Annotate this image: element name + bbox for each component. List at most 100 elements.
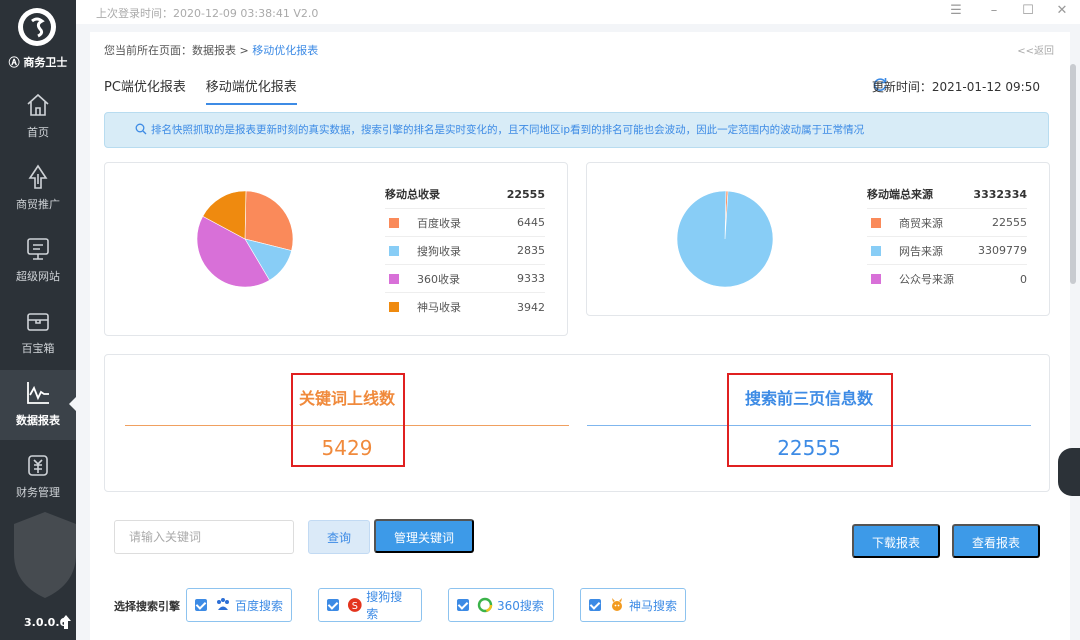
legend-value: 6445 bbox=[517, 216, 545, 229]
query-button[interactable]: 查询 bbox=[308, 520, 370, 554]
finance-icon bbox=[28, 455, 48, 476]
view-report-button[interactable]: 查看报表 bbox=[952, 524, 1040, 558]
scrollbar[interactable] bbox=[1070, 64, 1076, 284]
legend-swatch bbox=[871, 274, 881, 284]
legend-row: 360收录 9333 bbox=[385, 265, 545, 293]
side-float-icon[interactable] bbox=[1058, 448, 1080, 496]
engine-select-label: 选择搜索引擎 bbox=[114, 600, 180, 613]
sidebar-item-label: 超级网站 bbox=[16, 270, 60, 283]
keyword-search-input[interactable] bbox=[114, 520, 294, 554]
sidebar-item-toolbox[interactable]: 百宝箱 bbox=[0, 298, 76, 368]
engine-sogou-checkbox[interactable]: S 搜狗搜索 bbox=[318, 588, 422, 622]
notice-banner: 排名快照抓取的是报表更新时刻的真实数据，搜索引擎的排名是实时变化的，且不同地区i… bbox=[104, 112, 1049, 148]
legend-label: 商贸来源 bbox=[899, 216, 943, 230]
sidebar-item-label: 商贸推广 bbox=[16, 198, 60, 211]
rocket-icon bbox=[28, 164, 48, 189]
engine-360-checkbox[interactable]: 360搜索 bbox=[448, 588, 554, 622]
legend-label: 搜狗收录 bbox=[417, 244, 461, 258]
legend-title: 移动端总来源 bbox=[867, 188, 933, 201]
legend-row: 神马收录 3942 bbox=[385, 293, 545, 321]
so360-icon bbox=[477, 597, 493, 613]
logo-icon bbox=[23, 13, 51, 41]
legend-row: 百度收录 6445 bbox=[385, 209, 545, 237]
treasure-box-icon bbox=[27, 313, 49, 331]
baidu-icon bbox=[217, 598, 229, 610]
engine-baidu-checkbox[interactable]: 百度搜索 bbox=[186, 588, 292, 622]
last-login-text: 上次登录时间：2020-12-09 03:38:41 V2.0 bbox=[96, 7, 319, 20]
shenma-icon bbox=[612, 598, 622, 611]
update-time: 更新时间：2021-01-12 09:50 bbox=[871, 80, 1040, 94]
legend-value: 22555 bbox=[992, 216, 1027, 229]
sidebar-item-label: 财务管理 bbox=[16, 486, 60, 499]
legend-header: 移动总收录 22555 bbox=[385, 181, 545, 209]
legend-row: 公众号来源 0 bbox=[867, 265, 1027, 293]
legend-label: 360收录 bbox=[417, 272, 460, 286]
legend-swatch bbox=[389, 217, 399, 228]
chart-line-icon bbox=[27, 382, 49, 404]
manage-keywords-button[interactable]: 管理关键词 bbox=[374, 519, 474, 553]
svg-text:S: S bbox=[351, 601, 357, 612]
legend-label: 神马收录 bbox=[417, 301, 461, 314]
main-panel: 您当前所在页面：数据报表 > 移动优化报表 <<返回 PC端优化报表 移动端优化… bbox=[90, 32, 1070, 640]
breadcrumb: 您当前所在页面：数据报表 > 移动优化报表 bbox=[104, 42, 318, 58]
title-bar: 上次登录时间：2020-12-09 03:38:41 V2.0 ☰ – ☐ ✕ bbox=[76, 0, 1080, 24]
index-pie-chart bbox=[196, 190, 294, 288]
sidebar-item-finance[interactable]: 财务管理 bbox=[0, 442, 76, 512]
legend-total: 22555 bbox=[506, 188, 545, 201]
home-icon bbox=[27, 93, 49, 116]
shield-watermark-icon bbox=[14, 512, 76, 598]
brand-name: Ⓐ 商务卫士 bbox=[8, 56, 68, 69]
engine-label-text: 百度搜索 bbox=[235, 598, 284, 613]
legend-value: 3942 bbox=[517, 300, 545, 314]
legend-swatch bbox=[389, 245, 399, 256]
sidebar-item-promotion[interactable]: 商贸推广 bbox=[0, 154, 76, 224]
legend-label: 公众号来源 bbox=[899, 273, 954, 286]
maximize-icon[interactable]: ☐ bbox=[1020, 3, 1036, 19]
tab-mobile-report[interactable]: 移动端优化报表 bbox=[205, 76, 297, 105]
download-report-button[interactable]: 下载报表 bbox=[852, 524, 940, 558]
sidebar-item-data-report[interactable]: 数据报表 bbox=[0, 370, 77, 440]
engine-label-text: 神马搜索 bbox=[629, 598, 678, 613]
checkbox-checked-icon bbox=[457, 599, 469, 611]
index-card: 移动总收录 22555 百度收录 6445 搜狗收录 2835 360收录 9333 神… bbox=[104, 162, 568, 336]
close-icon[interactable]: ✕ bbox=[1054, 3, 1070, 19]
sidebar-item-super-site[interactable]: 超级网站 bbox=[0, 226, 76, 296]
checkbox-checked-icon bbox=[195, 599, 207, 611]
highlight-box bbox=[727, 373, 893, 467]
legend-value: 2835 bbox=[517, 244, 545, 257]
breadcrumb-prefix: 您当前所在页面：数据报表 > bbox=[104, 44, 249, 57]
engine-label-text: 搜狗搜索 bbox=[366, 590, 403, 621]
legend-swatch bbox=[871, 217, 881, 228]
legend-total: 3332334 bbox=[973, 188, 1027, 201]
tab-pc-report[interactable]: PC端优化报表 bbox=[104, 76, 186, 103]
sidebar-item-label: 百宝箱 bbox=[21, 342, 55, 355]
sogou-icon: S bbox=[347, 598, 362, 612]
upgrade-arrow-icon[interactable] bbox=[60, 614, 72, 630]
legend-header: 移动端总来源 3332334 bbox=[867, 181, 1027, 209]
engine-shenma-checkbox[interactable]: 神马搜索 bbox=[580, 588, 686, 622]
minimize-icon[interactable]: – bbox=[986, 3, 1002, 19]
legend-row: 搜狗收录 2835 bbox=[385, 237, 545, 265]
legend-row: 商贸来源 22555 bbox=[867, 209, 1027, 237]
source-pie-slice-1[interactable] bbox=[676, 190, 774, 288]
sidebar-item-home[interactable]: 首页 bbox=[0, 82, 76, 152]
breadcrumb-current[interactable]: 移动优化报表 bbox=[252, 44, 318, 57]
index-legend: 移动总收录 22555 百度收录 6445 搜狗收录 2835 360收录 9333 神… bbox=[385, 181, 545, 321]
engine-label-text: 360搜索 bbox=[497, 598, 544, 613]
highlight-box bbox=[291, 373, 405, 467]
monitor-icon bbox=[27, 238, 49, 260]
legend-swatch bbox=[871, 245, 881, 256]
sidebar-item-label: 数据报表 bbox=[16, 414, 60, 427]
legend-value: 0 bbox=[1020, 272, 1027, 286]
metrics-card: 关键词上线数 5429 搜索前三页信息数 22555 bbox=[104, 354, 1050, 492]
legend-value: 9333 bbox=[517, 272, 545, 285]
notice-text: 排名快照抓取的是报表更新时刻的真实数据，搜索引擎的排名是实时变化的，且不同地区i… bbox=[151, 124, 865, 136]
back-link[interactable]: <<返回 bbox=[1017, 42, 1054, 57]
legend-row: 网告来源 3309779 bbox=[867, 237, 1027, 265]
sidebar-item-label: 首页 bbox=[27, 126, 49, 139]
menu-icon[interactable]: ☰ bbox=[948, 3, 964, 19]
source-pie-chart bbox=[676, 190, 774, 288]
legend-swatch bbox=[389, 273, 399, 284]
legend-value: 3309779 bbox=[978, 244, 1027, 257]
report-tabs: PC端优化报表 移动端优化报表 bbox=[104, 76, 313, 105]
